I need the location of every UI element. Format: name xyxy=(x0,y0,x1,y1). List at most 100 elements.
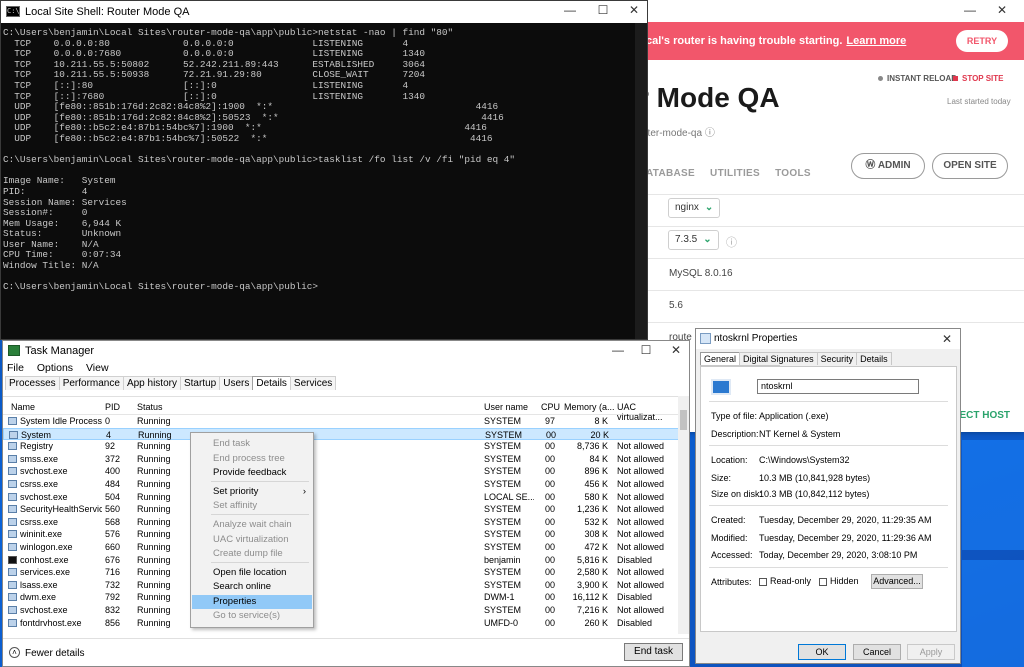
table-row[interactable]: System Idle Process 0 Running SYSTEM 97 8 K xyxy=(3,415,679,428)
table-row[interactable]: SecurityHealthServic... 560 Running SYSTEM 0… xyxy=(3,503,679,516)
col-pid[interactable]: PID xyxy=(105,402,120,412)
end-task-button[interactable]: End task xyxy=(624,643,683,661)
maximize-icon[interactable]: ☐ xyxy=(633,343,659,357)
menu-item-go-to-service-s[interactable]: Go to service(s) xyxy=(192,609,312,623)
cancel-button[interactable]: Cancel xyxy=(853,644,901,660)
web-server-select[interactable]: nginx ⌄ xyxy=(668,198,721,218)
tm-titlebar[interactable]: Task Manager — ☐ ✕ xyxy=(3,341,689,361)
table-row[interactable]: winlogon.exe 660 Running SYSTEM 00 472 K Not a… xyxy=(3,541,679,554)
col-user[interactable]: User name xyxy=(484,402,528,412)
menu-item-create-dump-file[interactable]: Create dump file xyxy=(192,547,312,561)
cmd-output[interactable]: C:\Users\benjamin\Local Sites\router-mod… xyxy=(3,28,635,336)
minimize-icon[interactable]: — xyxy=(960,3,980,17)
tab-general[interactable]: General xyxy=(700,352,741,365)
php-version-select[interactable]: 7.3.5 ⌄ xyxy=(668,230,719,250)
cell-uac: Not allowed xyxy=(617,516,665,527)
table-row[interactable]: fontdrvhost.exe 856 Running UMFD-0 00 260 K Di… xyxy=(3,617,679,630)
scrollbar-thumb[interactable] xyxy=(680,410,687,430)
tab-performance[interactable]: Performance xyxy=(58,376,124,390)
ok-button[interactable]: OK xyxy=(798,644,846,660)
tab-utilities[interactable]: UTILITIES xyxy=(710,168,760,179)
maximize-icon[interactable]: ☐ xyxy=(590,3,616,17)
checkbox-icon[interactable] xyxy=(759,577,767,586)
menu-options[interactable]: Options xyxy=(37,362,73,374)
table-row[interactable]: lsass.exe 732 Running SYSTEM 00 3,900 K Not al… xyxy=(3,579,679,592)
table-scrollbar[interactable] xyxy=(678,396,689,634)
cell-uac: Not allowed xyxy=(617,453,665,464)
cell-mem: 8 K xyxy=(594,416,608,426)
command-prompt-window[interactable]: C:\ Local Site Shell: Router Mode QA — ☐… xyxy=(0,0,648,340)
table-row[interactable]: services.exe 716 Running SYSTEM 00 2,580 K Not… xyxy=(3,566,679,579)
minimize-icon[interactable]: — xyxy=(605,343,631,357)
tab-database[interactable]: ATABASE xyxy=(646,168,695,179)
menu-item-open-file-location[interactable]: Open file location xyxy=(192,566,312,580)
retry-button[interactable]: RETRY xyxy=(956,30,1008,52)
menu-item-analyze-wait-chain[interactable]: Analyze wait chain xyxy=(192,518,312,532)
menu-file[interactable]: File xyxy=(7,362,24,374)
table-row[interactable]: svchost.exe 400 Running SYSTEM 00 896 K Not al… xyxy=(3,465,679,478)
menu-item-properties[interactable]: Properties xyxy=(192,595,312,609)
fewer-details-link[interactable]: Fewer details xyxy=(25,648,84,659)
info-icon[interactable]: ⓘ xyxy=(726,234,737,250)
advanced-button[interactable]: Advanced... xyxy=(871,574,923,589)
close-icon[interactable]: ✕ xyxy=(663,343,689,357)
admin-button[interactable]: Ⓦ ADMIN xyxy=(851,153,925,179)
menu-item-set-affinity[interactable]: Set affinity xyxy=(192,499,312,513)
instant-reload-toggle[interactable]: INSTANT RELOAD xyxy=(878,74,957,83)
tab-tools[interactable]: TOOLS xyxy=(775,168,811,179)
cmd-titlebar[interactable]: C:\ Local Site Shell: Router Mode QA — ☐… xyxy=(1,1,647,23)
stop-site-button[interactable]: STOP SITE xyxy=(953,74,1004,83)
table-row[interactable]: Registry 92 Running SYSTEM 00 8,736 K Not allo… xyxy=(3,440,679,453)
menu-item-search-online[interactable]: Search online xyxy=(192,580,312,594)
close-icon[interactable]: ✕ xyxy=(621,3,647,17)
col-cpu[interactable]: CPU xyxy=(541,402,560,412)
cell-user: SYSTEM xyxy=(484,416,522,426)
menu-item-end-task[interactable]: End task xyxy=(192,437,312,451)
col-status[interactable]: Status xyxy=(137,402,163,412)
tab-users[interactable]: Users xyxy=(219,376,254,390)
file-name-field[interactable]: ntoskrnl xyxy=(757,379,919,394)
checkbox-icon[interactable] xyxy=(819,577,827,586)
learn-more-link[interactable]: Learn more xyxy=(846,35,906,47)
tab-processes[interactable]: Processes xyxy=(5,376,60,390)
table-row[interactable]: svchost.exe 832 Running SYSTEM 00 7,216 K Not … xyxy=(3,604,679,617)
cmd-scrollbar[interactable] xyxy=(635,23,647,339)
table-row[interactable]: csrss.exe 484 Running SYSTEM 00 456 K Not allo… xyxy=(3,478,679,491)
menu-item-provide-feedback[interactable]: Provide feedback xyxy=(192,466,312,480)
table-row[interactable]: smss.exe 372 Running SYSTEM 00 84 K Not allowe… xyxy=(3,453,679,466)
table-row[interactable]: wininit.exe 576 Running SYSTEM 00 308 K Not al… xyxy=(3,528,679,541)
props-titlebar[interactable]: ntoskrnl Properties ✕ xyxy=(696,329,960,349)
tab-details[interactable]: Details xyxy=(252,376,291,390)
tab-digital-signatures[interactable]: Digital Signatures xyxy=(739,352,818,365)
tab-services[interactable]: Services xyxy=(289,376,337,390)
info-icon[interactable]: ⓘ xyxy=(705,128,715,139)
table-row[interactable]: csrss.exe 568 Running SYSTEM 00 532 K Not allo… xyxy=(3,516,679,529)
table-row[interactable]: dwm.exe 792 Running DWM-1 00 16,112 K Disabled xyxy=(3,591,679,604)
menu-item-end-process-tree[interactable]: End process tree xyxy=(192,452,312,466)
cell-uac: Not allowed xyxy=(617,491,665,502)
apply-button[interactable]: Apply xyxy=(907,644,955,660)
hidden-checkbox[interactable]: Hidden xyxy=(819,576,859,586)
cell-user: SYSTEM xyxy=(484,541,522,552)
table-row[interactable]: svchost.exe 504 Running LOCAL SE... 00 580 K N… xyxy=(3,491,679,504)
tab-startup[interactable]: Startup xyxy=(179,376,221,390)
menu-item-uac-virtualization[interactable]: UAC virtualization xyxy=(192,533,312,547)
menu-item-set-priority[interactable]: Set priority › xyxy=(192,485,312,499)
close-icon[interactable]: ✕ xyxy=(992,3,1012,17)
cell-status: Running xyxy=(137,579,171,590)
col-memory[interactable]: Memory (a... xyxy=(564,402,615,412)
table-row[interactable]: conhost.exe 676 Running benjamin 00 5,816 K Di… xyxy=(3,554,679,567)
menu-view[interactable]: View xyxy=(86,362,109,374)
col-name[interactable]: Name xyxy=(11,402,35,412)
minimize-icon[interactable]: — xyxy=(557,3,583,17)
close-icon[interactable]: ✕ xyxy=(934,332,960,346)
open-site-button[interactable]: OPEN SITE xyxy=(932,153,1008,179)
chevron-up-icon[interactable]: ˄ xyxy=(9,647,20,658)
tab-details[interactable]: Details xyxy=(856,352,892,365)
description-label: Description: xyxy=(711,429,759,439)
table-row[interactable]: System 4 Running SYSTEM 00 20 K xyxy=(3,427,679,441)
tab-security[interactable]: Security xyxy=(816,352,858,365)
readonly-checkbox[interactable]: Read-only xyxy=(759,576,811,586)
connect-host-link[interactable]: ECT HOST xyxy=(959,410,1010,421)
tab-app-history[interactable]: App history xyxy=(122,376,181,390)
